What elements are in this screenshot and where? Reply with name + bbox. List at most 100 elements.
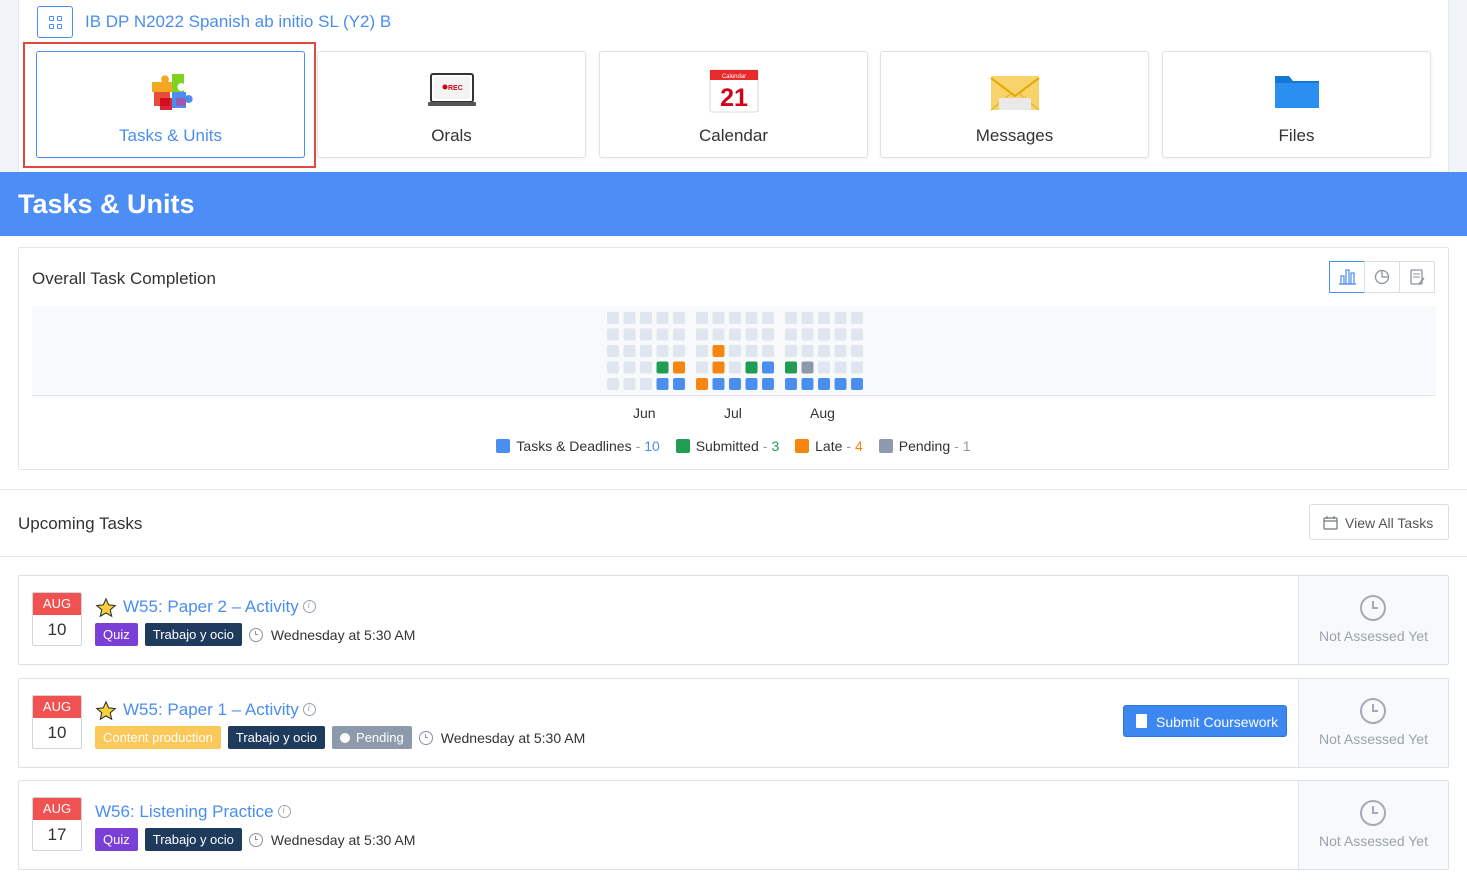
heatmap-cell <box>656 328 669 341</box>
view-all-tasks-button[interactable]: View All Tasks <box>1309 504 1449 540</box>
heatmap-cell <box>785 378 797 390</box>
heatmap-cell <box>834 345 847 357</box>
heatmap-cell <box>712 378 725 390</box>
completion-heatmap <box>32 306 1436 396</box>
heatmap-cell <box>729 361 741 374</box>
upcoming-title: Upcoming Tasks <box>18 514 143 533</box>
tag-content-production: Content production <box>95 726 221 749</box>
legend-label: Late <box>815 438 843 454</box>
info-icon[interactable] <box>302 600 316 613</box>
heatmap-cell <box>851 378 863 390</box>
heatmap-cell <box>851 328 863 341</box>
heatmap-cell <box>623 361 636 374</box>
heatmap-cell <box>623 312 636 324</box>
nav-tile-messages[interactable]: Messages <box>880 51 1149 158</box>
status-label: Not Assessed Yet <box>1319 833 1428 849</box>
heatmap-cell <box>745 328 758 341</box>
info-icon[interactable] <box>302 703 316 716</box>
task-date-month: AUG <box>33 798 81 820</box>
view-toggle-group <box>1329 261 1435 293</box>
task-title-link[interactable]: W55: Paper 2 – Activity <box>123 597 316 617</box>
section-divider <box>0 556 1467 557</box>
nav-tile-calendar[interactable]: Calendar 21 Calendar <box>599 51 868 158</box>
nav-label-orals: Orals <box>431 126 472 145</box>
legend-count: 4 <box>855 438 863 454</box>
task-date-month: AUG <box>33 696 81 718</box>
assessment-status: Not Assessed Yet <box>1298 781 1448 869</box>
grid-icon <box>49 16 54 21</box>
star-icon[interactable] <box>95 597 117 619</box>
heatmap-cell <box>729 345 741 357</box>
calendar-icon-header: Calendar <box>721 74 745 80</box>
heatmap-cell <box>712 345 725 357</box>
info-icon[interactable] <box>277 805 291 818</box>
heatmap-cell <box>834 361 847 374</box>
heatmap-cell <box>656 312 669 324</box>
heatmap-cell <box>712 312 725 324</box>
nav-label-calendar: Calendar <box>699 126 768 145</box>
clock-icon <box>248 832 263 847</box>
task-date: AUG 10 <box>32 695 82 749</box>
heatmap-cell <box>834 328 847 341</box>
heatmap-cell <box>623 378 636 390</box>
heatmap-cell <box>623 345 636 357</box>
rec-laptop-icon: REC <box>427 73 476 106</box>
tag-unit: Trabajo y ocio <box>144 623 242 646</box>
heatmap-cell <box>656 345 669 357</box>
task-title-link[interactable]: W56: Listening Practice <box>95 802 291 822</box>
apps-grid-button[interactable] <box>37 6 73 38</box>
task-due-text: Wednesday at 5:30 AM <box>270 831 416 848</box>
heatmap-cell <box>607 378 619 390</box>
heatmap-cell <box>673 378 685 390</box>
heatmap-cell <box>696 361 708 374</box>
nav-tile-orals[interactable]: REC Orals <box>317 51 586 158</box>
heatmap-cell <box>762 361 774 374</box>
bar-view-button[interactable] <box>1329 261 1365 293</box>
pie-view-button[interactable] <box>1364 261 1400 293</box>
task-title-link[interactable]: W55: Paper 1 – Activity <box>123 700 316 720</box>
heatmap-cell <box>607 361 619 374</box>
pending-dot-icon <box>340 733 351 743</box>
heatmap-cell <box>785 361 797 374</box>
submit-coursework-button[interactable]: Submit Coursework <box>1123 705 1287 737</box>
task-date-day: 17 <box>47 825 67 844</box>
month-label-jun: Jun <box>633 405 656 421</box>
heatmap-cell <box>640 312 652 324</box>
heatmap-cell <box>673 361 685 374</box>
task-row: AUG 17 W56: Listening Practice Quiz Trab… <box>18 780 1449 870</box>
heatmap-cell <box>851 345 863 357</box>
section-divider <box>0 489 1467 490</box>
tag-quiz: Quiz <box>95 828 138 851</box>
assessment-status: Not Assessed Yet <box>1298 679 1448 767</box>
selection-highlight <box>23 42 316 168</box>
task-due: Wednesday at 5:30 AM <box>418 729 586 746</box>
heatmap-cell <box>785 328 797 341</box>
task-title-text: W56: Listening Practice <box>95 802 274 821</box>
task-title-text: W55: Paper 2 – Activity <box>123 597 299 616</box>
star-icon[interactable] <box>95 700 117 722</box>
list-view-button[interactable] <box>1399 261 1435 293</box>
clock-icon <box>1360 800 1386 826</box>
clock-icon <box>418 730 433 745</box>
task-due-text: Wednesday at 5:30 AM <box>440 729 586 746</box>
heatmap-cell <box>696 312 708 324</box>
heatmap-cell <box>673 312 685 324</box>
grid-icon-cell <box>57 24 62 29</box>
legend-count: 10 <box>644 438 660 454</box>
heatmap-cell <box>818 345 830 357</box>
clock-icon <box>1360 698 1386 724</box>
heatmap-cell <box>762 312 774 324</box>
view-all-label: View All Tasks <box>1345 515 1434 531</box>
card-title: Overall Task Completion <box>32 269 216 288</box>
heatmap-cell <box>818 361 830 374</box>
legend-late: Late -4 <box>795 438 863 454</box>
heatmap-cell <box>851 312 863 324</box>
page-title: Tasks & Units <box>18 189 195 219</box>
nav-tile-files[interactable]: Files <box>1162 51 1431 158</box>
heatmap-cell <box>818 378 830 390</box>
course-title[interactable]: IB DP N2022 Spanish ab initio SL (Y2) B <box>85 12 391 32</box>
heatmap-cell <box>785 345 797 357</box>
section-banner: Tasks & Units <box>0 172 1467 236</box>
folder-icon <box>1274 76 1319 108</box>
legend-swatch <box>795 439 810 453</box>
